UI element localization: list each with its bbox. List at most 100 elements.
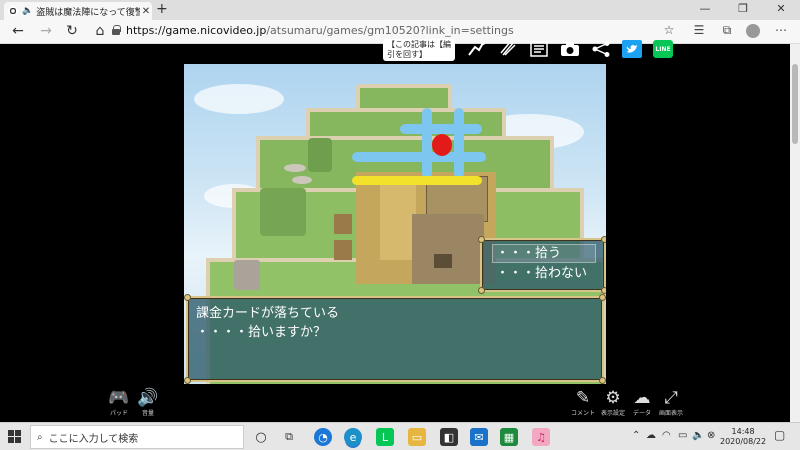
data-label: データ [632, 410, 651, 417]
collections-icon[interactable]: ⧉ [718, 23, 736, 38]
stepping-stone [292, 176, 312, 184]
line-app-icon[interactable]: L [376, 428, 394, 446]
display-settings-label: 表示設定 [600, 410, 625, 417]
house-wall [412, 214, 484, 284]
profile-avatar[interactable] [746, 24, 760, 38]
message-line1: 課金カードが落ちている [196, 306, 340, 321]
barrel [334, 240, 352, 260]
stepping-stone [284, 164, 306, 172]
gear-icon: ⚙ [605, 388, 621, 408]
favorite-star-icon[interactable]: ☆ [660, 23, 678, 37]
message-window[interactable]: 課金カードが落ちている ・・・・拾いますか？ [184, 294, 606, 384]
close-tab-icon[interactable]: ✕ [140, 6, 152, 17]
url-path: /atsumaru/games/gm10520?link_in=settings [266, 24, 514, 37]
rock-pile [234, 260, 260, 290]
fullscreen-button[interactable]: ⤢ 画面表示 [656, 388, 686, 417]
edge-browser-icon[interactable]: e [344, 428, 362, 446]
refresh-icon[interactable]: ↻ [62, 23, 82, 39]
speaker-volume-icon: 🔊 [137, 388, 159, 408]
yellow-marker-line [352, 176, 482, 185]
gamepad-label: パッド [109, 410, 128, 417]
windows-taskbar: ⌕ ここに入力して検索 ○ ⧉ ◔ e L ▭ ◧ ✉ ▦ ♫ ⌃ ☁ ◠ ▭ … [0, 422, 800, 450]
search-icon: ⌕ [37, 431, 43, 443]
window-corner [478, 236, 485, 243]
sheets-icon[interactable]: ▦ [500, 428, 518, 446]
store-icon[interactable]: ◧ [440, 428, 458, 446]
taskbar-clock[interactable]: 14:48 2020/08/22 [720, 427, 766, 447]
restore-icon[interactable]: ❐ [728, 2, 758, 15]
gift-icon[interactable] [497, 40, 519, 58]
message-text: 課金カードが落ちている ・・・・拾いますか？ [196, 304, 339, 342]
roof-panel [380, 180, 416, 260]
window-corner [478, 287, 485, 294]
scrollbar-thumb[interactable] [792, 64, 798, 144]
red-marker-dot [432, 134, 452, 156]
choice-leave[interactable]: ・・・拾わない [496, 264, 587, 283]
back-arrow-icon[interactable]: ← [8, 23, 28, 39]
fullscreen-label: 画面表示 [658, 410, 683, 417]
display-settings-button[interactable]: ⚙ 表示設定 [598, 388, 628, 417]
blue-marker-line [400, 124, 482, 134]
more-menu-icon[interactable]: ⋯ [772, 23, 790, 37]
windows-start-icon[interactable] [8, 430, 22, 444]
gamepad-button[interactable]: 🎮 パッド [106, 388, 132, 417]
tooltip-line2: 引を回す】 [387, 50, 427, 59]
close-window-icon[interactable]: ✕ [766, 2, 796, 15]
barrel [334, 214, 352, 234]
clock-time: 14:48 [731, 427, 755, 436]
window-corner [599, 377, 606, 384]
window-corner [601, 236, 606, 243]
forward-arrow-icon[interactable]: → [36, 23, 56, 39]
house-window [434, 254, 452, 268]
window-corner [184, 377, 191, 384]
twitter-icon[interactable] [622, 40, 642, 58]
music-icon[interactable]: ♫ [532, 428, 550, 446]
lock-icon [112, 25, 121, 35]
comment-button[interactable]: ✎ コメント [568, 388, 598, 417]
file-explorer-icon[interactable]: ▭ [408, 428, 426, 446]
url-field[interactable]: https://game.nicovideo.jp/atsumaru/games… [126, 24, 514, 37]
ime-icon[interactable]: ⊗ [707, 430, 715, 441]
speaker-icon[interactable]: 🔈 [22, 6, 33, 16]
tooltip-bubble: 【この記事は【編 引を回す】 [383, 39, 455, 61]
wifi-icon[interactable]: ◠ [662, 430, 671, 441]
fullscreen-icon: ⤢ [664, 388, 678, 408]
tray-chevron-icon[interactable]: ⌃ [632, 430, 640, 441]
taskbar-search-box[interactable]: ⌕ ここに入力して検索 [30, 425, 244, 449]
minimize-icon[interactable]: — [690, 2, 720, 15]
bush [308, 138, 332, 172]
bush [260, 188, 306, 236]
volume-button[interactable]: 🔊 音量 [136, 388, 160, 417]
window-corner [599, 294, 606, 301]
article-icon[interactable] [528, 40, 550, 58]
camera-icon[interactable] [559, 40, 581, 58]
line-icon[interactable]: LINE [653, 40, 673, 58]
screenshot-share-icon[interactable] [465, 40, 487, 58]
page-scrollbar[interactable] [790, 44, 800, 422]
notification-icon[interactable]: ▢ [774, 428, 785, 442]
data-button[interactable]: ☁ データ [628, 388, 656, 417]
choice-pick-up[interactable]: ・・・拾う [496, 244, 561, 263]
comment-label: コメント [570, 410, 595, 417]
game-canvas[interactable]: ・・・拾う ・・・拾わない 課金カードが落ちている ・・・・拾いますか？ [184, 64, 606, 384]
browser-tab[interactable]: 🔈 盗賊は魔法陣になって復讐を ✕ [4, 2, 152, 20]
new-tab-button[interactable]: + [156, 1, 168, 17]
clock-date: 2020/08/22 [720, 437, 767, 446]
onedrive-icon[interactable]: ☁ [646, 430, 656, 441]
task-view-icon[interactable]: ⧉ [280, 428, 298, 446]
url-host: https://game.nicovideo.jp [126, 24, 267, 37]
home-icon[interactable]: ⌂ [90, 23, 110, 39]
mail-icon[interactable]: ✉ [470, 428, 488, 446]
favorites-list-icon[interactable]: ☰ [690, 23, 708, 37]
window-corner [601, 287, 606, 294]
cortana-icon[interactable]: ○ [252, 428, 270, 446]
cloud [194, 84, 284, 114]
blue-marker-line [352, 152, 486, 162]
share-icon[interactable] [590, 40, 612, 58]
app-icon[interactable]: ◔ [314, 428, 332, 446]
search-placeholder: ここに入力して検索 [48, 433, 139, 445]
volume-label: 音量 [141, 410, 154, 417]
volume-tray-icon[interactable]: 🔈 [692, 430, 704, 441]
battery-icon[interactable]: ▭ [678, 430, 687, 441]
niconico-favicon-icon [8, 6, 18, 16]
